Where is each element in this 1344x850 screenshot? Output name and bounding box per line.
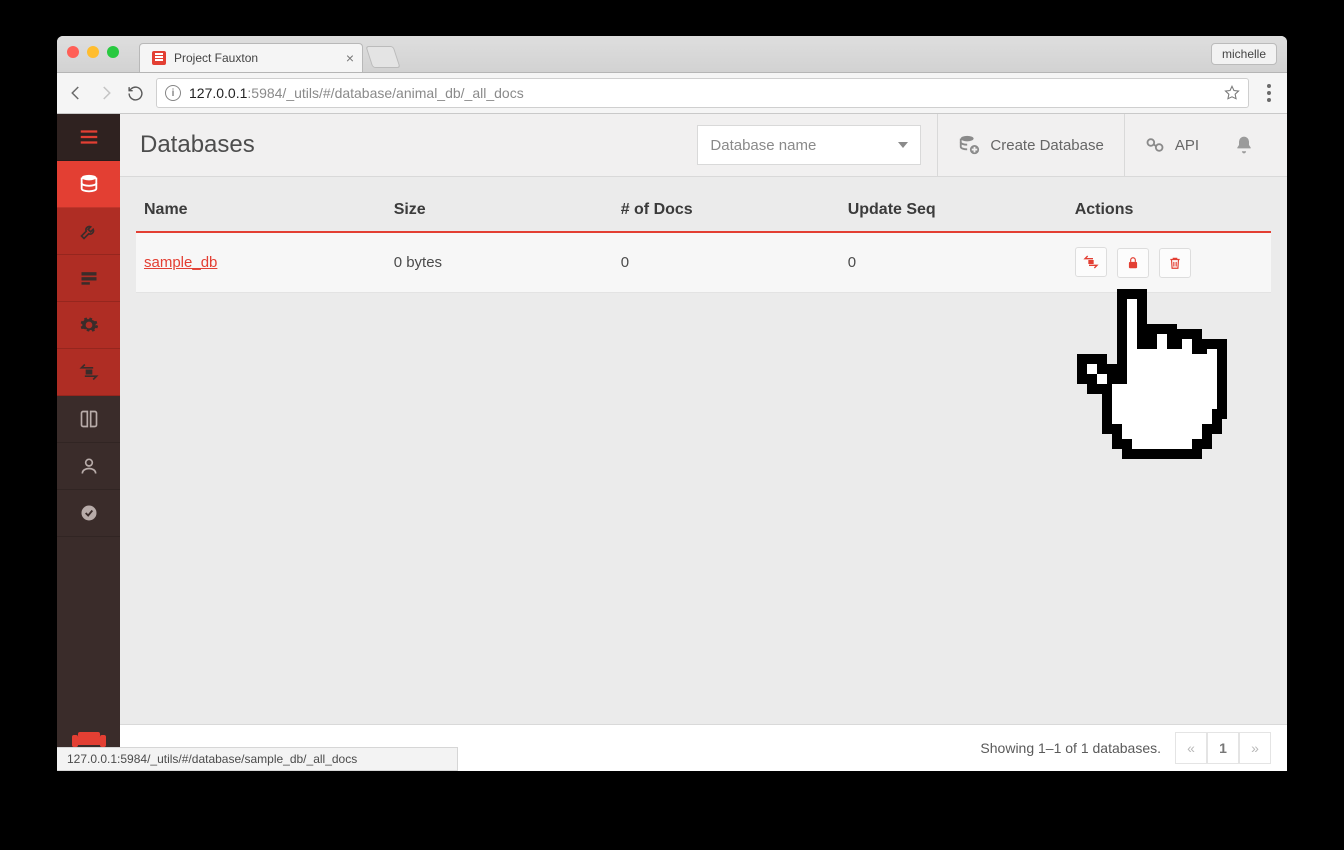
sidebar: Logout xyxy=(57,114,120,771)
replicate-action-button[interactable] xyxy=(1075,247,1107,277)
fauxton-app: Logout Databases Database name Create Da… xyxy=(57,114,1287,771)
titlebar: Project Fauxton × michelle xyxy=(57,36,1287,73)
main-header: Databases Database name Create Database … xyxy=(120,114,1287,177)
reload-button[interactable] xyxy=(127,85,144,102)
main-panel: Databases Database name Create Database … xyxy=(120,114,1287,771)
browser-menu-button[interactable] xyxy=(1267,91,1271,95)
site-info-icon[interactable]: i xyxy=(165,85,181,101)
sidebar-item-replication[interactable] xyxy=(57,349,120,396)
cell-size: 0 bytes xyxy=(386,232,613,293)
permissions-action-button[interactable] xyxy=(1117,248,1149,278)
create-database-button[interactable]: Create Database xyxy=(937,114,1123,176)
forward-button[interactable] xyxy=(97,84,115,102)
sidebar-item-documentation[interactable] xyxy=(57,396,120,443)
page-title: Databases xyxy=(140,131,697,159)
tasks-icon xyxy=(79,268,99,288)
pager-prev[interactable]: « xyxy=(1175,732,1207,764)
database-search-dropdown[interactable]: Database name xyxy=(697,125,921,165)
url-host: 127.0.0.1 xyxy=(189,85,247,101)
table-row: sample_db 0 bytes 0 0 xyxy=(136,232,1271,293)
lock-icon xyxy=(1126,256,1140,270)
check-circle-icon xyxy=(79,503,99,523)
minimize-window-button[interactable] xyxy=(87,46,99,58)
col-docs: # of Docs xyxy=(613,191,840,232)
cell-actions xyxy=(1067,232,1271,293)
fauxton-favicon-icon xyxy=(152,51,166,65)
table-header-row: Name Size # of Docs Update Seq Actions xyxy=(136,191,1271,232)
browser-toolbar: i 127.0.0.1:5984/_utils/#/database/anima… xyxy=(57,73,1287,114)
browser-tab[interactable]: Project Fauxton × xyxy=(139,43,363,72)
col-seq: Update Seq xyxy=(840,191,1067,232)
sidebar-item-setup[interactable] xyxy=(57,208,120,255)
sidebar-item-admin[interactable] xyxy=(57,443,120,490)
book-icon xyxy=(79,409,99,429)
status-bar: 127.0.0.1:5984/_utils/#/database/sample_… xyxy=(57,747,458,771)
close-window-button[interactable] xyxy=(67,46,79,58)
pager-page[interactable]: 1 xyxy=(1207,732,1239,764)
back-button[interactable] xyxy=(67,84,85,102)
col-name: Name xyxy=(136,191,386,232)
api-button[interactable]: API xyxy=(1124,114,1219,176)
gear-icon xyxy=(79,315,99,335)
pagination-summary: Showing 1–1 of 1 databases. xyxy=(980,740,1161,756)
wrench-icon xyxy=(79,221,99,241)
delete-action-button[interactable] xyxy=(1159,248,1191,278)
cell-seq: 0 xyxy=(840,232,1067,293)
database-table: Name Size # of Docs Update Seq Actions s… xyxy=(120,177,1287,724)
replication-icon xyxy=(79,362,99,382)
address-bar[interactable]: i 127.0.0.1:5984/_utils/#/database/anima… xyxy=(156,78,1249,108)
api-label: API xyxy=(1175,137,1199,154)
replication-icon xyxy=(1083,254,1099,270)
hamburger-icon xyxy=(78,126,100,148)
tab-title: Project Fauxton xyxy=(174,51,258,65)
chevron-down-icon xyxy=(898,142,908,148)
pager: « 1 » xyxy=(1175,732,1271,764)
database-icon xyxy=(78,173,100,195)
sidebar-item-config[interactable] xyxy=(57,302,120,349)
sidebar-item-verify[interactable] xyxy=(57,490,120,537)
close-tab-button[interactable]: × xyxy=(346,50,354,66)
cell-docs: 0 xyxy=(613,232,840,293)
sidebar-item-databases[interactable] xyxy=(57,161,120,208)
window-controls xyxy=(67,46,119,58)
create-database-label: Create Database xyxy=(990,137,1103,154)
bell-icon xyxy=(1234,135,1254,155)
database-name-link[interactable]: sample_db xyxy=(144,254,217,271)
trash-icon xyxy=(1168,256,1182,270)
col-actions: Actions xyxy=(1067,191,1271,232)
database-search-placeholder: Database name xyxy=(710,137,816,154)
status-bar-text: 127.0.0.1:5984/_utils/#/database/sample_… xyxy=(67,752,357,766)
bookmark-star-icon[interactable] xyxy=(1224,85,1240,101)
user-icon xyxy=(79,456,99,476)
sidebar-item-active-tasks[interactable] xyxy=(57,255,120,302)
sidebar-toggle-button[interactable] xyxy=(57,114,120,161)
notifications-button[interactable] xyxy=(1219,114,1269,176)
maximize-window-button[interactable] xyxy=(107,46,119,58)
database-add-icon xyxy=(958,134,980,156)
url-path: :5984/_utils/#/database/animal_db/_all_d… xyxy=(247,85,523,101)
pager-next[interactable]: » xyxy=(1239,732,1271,764)
new-tab-button[interactable] xyxy=(365,46,400,68)
tab-strip: Project Fauxton × xyxy=(139,36,397,72)
link-icon xyxy=(1145,135,1165,155)
profile-button[interactable]: michelle xyxy=(1211,43,1277,65)
browser-window: Project Fauxton × michelle i 127.0.0.1:5… xyxy=(57,36,1287,771)
col-size: Size xyxy=(386,191,613,232)
